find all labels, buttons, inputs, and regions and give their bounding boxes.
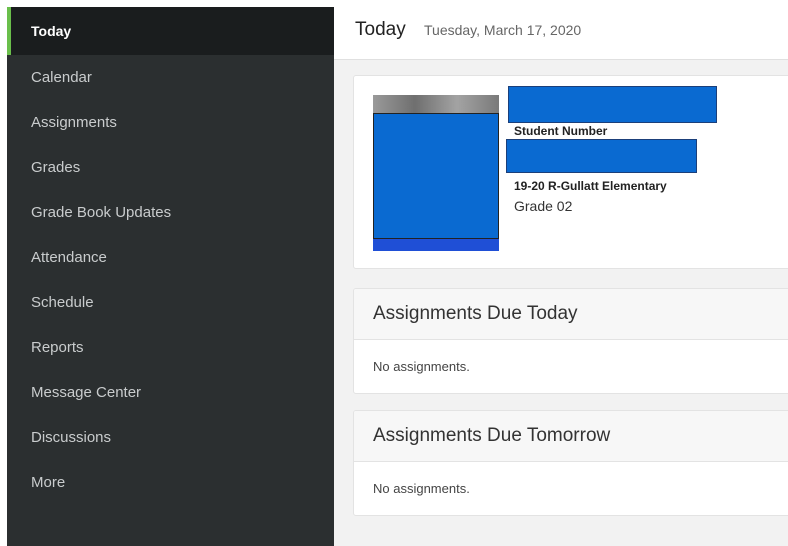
grade-level: Grade 02: [514, 198, 573, 214]
assignments-due-tomorrow-empty: No assignments.: [373, 481, 470, 496]
sidebar-nav: Today Calendar Assignments Grades Grade …: [7, 7, 334, 546]
sidebar-item-discussions[interactable]: Discussions: [7, 415, 334, 460]
sidebar-item-attendance[interactable]: Attendance: [7, 235, 334, 280]
assignments-due-tomorrow-card: Assignments Due Tomorrow No assignments.: [353, 410, 788, 516]
student-name-redaction: [508, 86, 717, 123]
sidebar-item-today[interactable]: Today: [7, 7, 334, 55]
sidebar-item-schedule[interactable]: Schedule: [7, 280, 334, 325]
student-info-card: Student Number 19-20 R-Gullatt Elementar…: [353, 75, 788, 269]
sidebar-item-grades[interactable]: Grades: [7, 145, 334, 190]
assignments-due-today-card: Assignments Due Today No assignments.: [353, 288, 788, 394]
photo-shirt: [373, 239, 499, 251]
photo-redaction: [373, 113, 499, 239]
assignments-due-today-title: Assignments Due Today: [354, 289, 788, 340]
page-date: Tuesday, March 17, 2020: [424, 22, 582, 38]
photo-background: [373, 95, 499, 113]
student-number-redaction: [506, 139, 697, 173]
main-content: Today Tuesday, March 17, 2020 Student Nu…: [334, 0, 788, 546]
assignments-due-tomorrow-title: Assignments Due Tomorrow: [354, 411, 788, 462]
sidebar-item-reports[interactable]: Reports: [7, 325, 334, 370]
sidebar-item-message-center[interactable]: Message Center: [7, 370, 334, 415]
sidebar-item-grade-book-updates[interactable]: Grade Book Updates: [7, 190, 334, 235]
sidebar-item-more[interactable]: More: [7, 460, 334, 505]
assignments-due-today-empty: No assignments.: [373, 359, 470, 374]
sidebar-item-calendar[interactable]: Calendar: [7, 55, 334, 100]
sidebar-item-assignments[interactable]: Assignments: [7, 100, 334, 145]
student-photo: [373, 95, 499, 251]
student-number-label: Student Number: [514, 124, 608, 138]
school-name: 19-20 R-Gullatt Elementary: [514, 179, 667, 193]
page-header: Today Tuesday, March 17, 2020: [334, 0, 788, 60]
page-title: Today: [355, 19, 406, 40]
